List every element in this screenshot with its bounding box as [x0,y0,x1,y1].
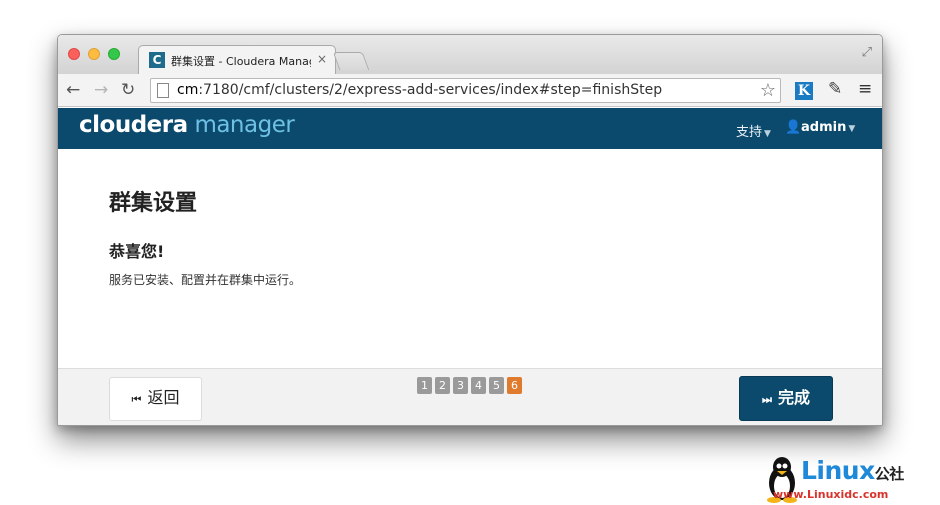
watermark-url: www.Linuxidc.com [773,488,889,501]
watermark-brand: Linux公社 [801,456,904,485]
new-tab-button[interactable] [332,52,370,70]
forward-arrow-icon[interactable]: → [94,80,108,100]
watermark: Linux公社 www.Linuxidc.com [765,455,940,505]
app-header: cloudera manager 支持 ▼ 👤 admin ▼ [58,108,882,149]
step-5: 5 [489,377,504,394]
finish-button[interactable]: ⏭ 完成 [739,376,833,421]
bookmark-star-icon[interactable]: ☆ [760,80,776,101]
fullscreen-icon[interactable]: ⤢ [862,45,872,60]
back-button[interactable]: ⏮ 返回 [109,377,202,421]
back-arrow-icon[interactable]: ← [66,80,80,100]
minimize-window-button[interactable] [88,48,100,60]
page-title: 群集设置 [109,191,198,216]
step-forward-icon: ⏭ [762,394,772,406]
congrats-heading: 恭喜您! [109,242,165,261]
reload-icon[interactable]: ↻ [121,80,135,100]
step-2: 2 [435,377,450,394]
cloudera-manager-logo[interactable]: cloudera manager [79,112,295,138]
pen-extension-icon[interactable]: ✎ [828,79,842,99]
page-icon [157,83,169,98]
user-icon: 👤 [785,120,802,135]
tab-close-icon[interactable]: × [317,52,327,66]
close-window-button[interactable] [68,48,80,60]
address-bar[interactable]: cm:7180/cmf/clusters/2/express-add-servi… [150,78,781,103]
caret-down-icon: ▼ [848,124,856,134]
support-menu[interactable]: 支持 ▼ [736,121,771,140]
k-extension-icon[interactable]: K [795,82,813,100]
tab-title: 群集设置 - Cloudera Manag [171,55,311,68]
caret-down-icon: ▼ [764,129,771,139]
step-back-icon: ⏮ [131,394,142,406]
step-indicator: 123456 [417,377,525,394]
zoom-window-button[interactable] [108,48,120,60]
user-menu[interactable]: admin ▼ [801,120,855,135]
menu-icon[interactable]: ≡ [858,79,872,99]
main-content: 群集设置 恭喜您! 服务已安装、配置并在群集中运行。 [58,149,882,368]
step-1: 1 [417,377,432,394]
browser-tab[interactable]: C 群集设置 - Cloudera Manag × [138,45,336,74]
title-bar: C 群集设置 - Cloudera Manag × ⤢ [58,35,882,74]
browser-toolbar: ← → ↻ cm:7180/cmf/clusters/2/express-add… [58,74,882,107]
step-6-current: 6 [507,377,522,394]
status-message: 服务已安装、配置并在群集中运行。 [109,273,302,287]
step-4: 4 [471,377,486,394]
wizard-footer: ⏮ 返回 123456 ⏭ 完成 [58,368,882,425]
url-text[interactable]: cm:7180/cmf/clusters/2/express-add-servi… [177,82,662,98]
step-3: 3 [453,377,468,394]
cloudera-favicon-icon: C [149,52,165,68]
browser-window: C 群集设置 - Cloudera Manag × ⤢ ← → ↻ cm:718… [57,34,883,426]
